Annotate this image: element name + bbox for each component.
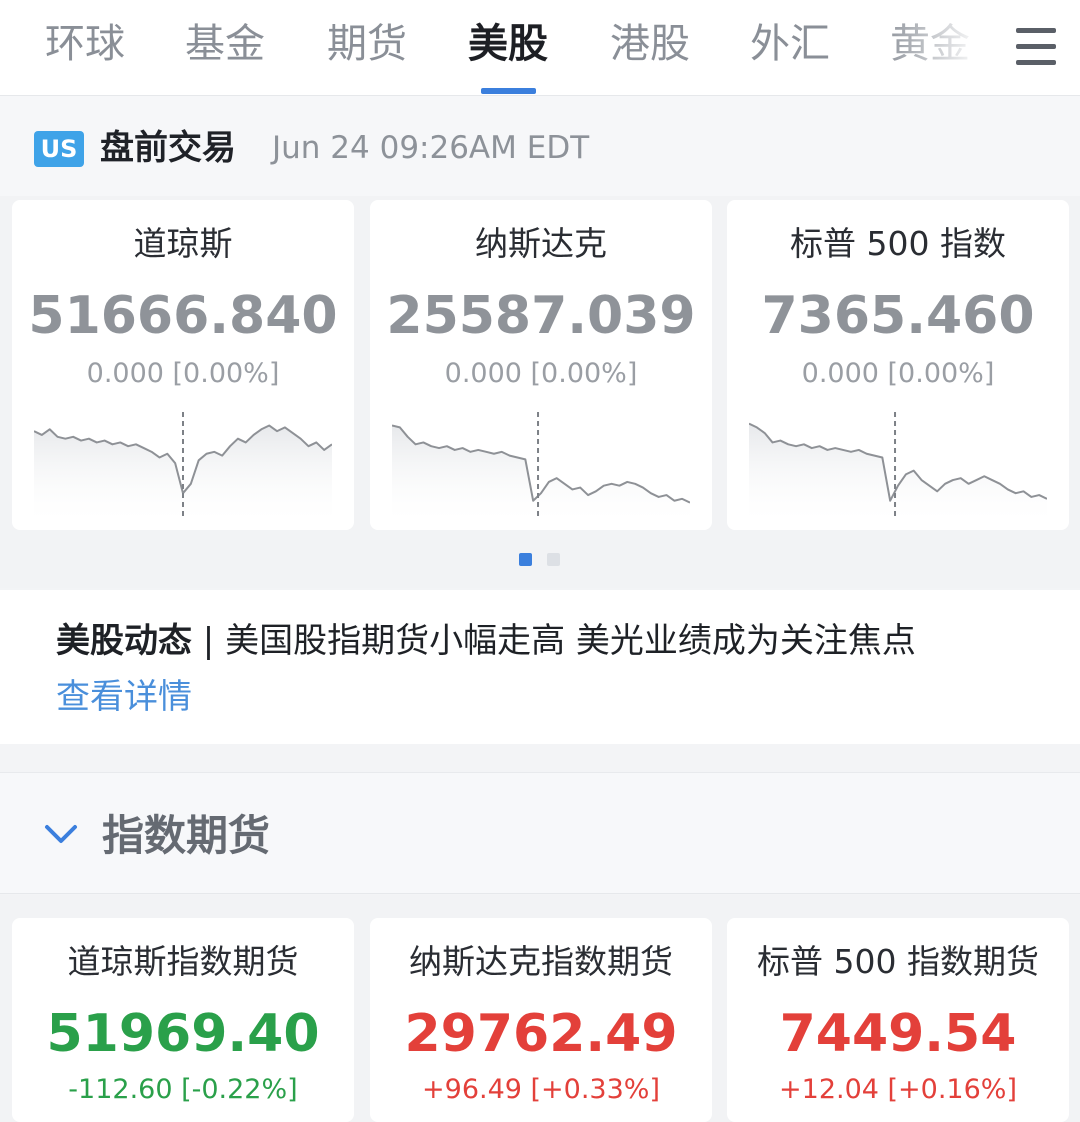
index-card-sp500[interactable]: 标普 500 指数 7365.460 0.000 [0.00%] xyxy=(727,200,1069,530)
news-tag: 美股动态 xyxy=(56,621,192,661)
news-separator: | xyxy=(192,621,226,661)
futures-card-dow[interactable]: 道琼斯指数期货 51969.40 -112.60 [-0.22%] xyxy=(12,918,354,1122)
pager-dot[interactable] xyxy=(547,553,560,566)
tab-us-stocks[interactable]: 美股 xyxy=(468,14,548,74)
sparkline-chart xyxy=(392,412,690,520)
us-flag-badge: US xyxy=(34,131,84,167)
index-change: 0.000 [0.00%] xyxy=(86,358,280,389)
futures-name: 道琼斯指数期货 xyxy=(67,942,299,981)
sparkline-area xyxy=(749,423,1047,520)
index-change: 0.000 [0.00%] xyxy=(444,358,638,389)
index-name: 标普 500 指数 xyxy=(790,224,1006,263)
top-tab-bar: 环球 基金 期货 美股 港股 外汇 黄金 xyxy=(0,0,1080,96)
tab-futures[interactable]: 期货 xyxy=(327,14,407,74)
futures-value: 51969.40 xyxy=(46,1004,320,1064)
futures-name: 标普 500 指数期货 xyxy=(757,942,1039,981)
futures-name: 纳斯达克指数期货 xyxy=(409,942,673,981)
index-card-nasdaq[interactable]: 纳斯达克 25587.039 0.000 [0.00%] xyxy=(370,200,712,530)
sparkline-chart xyxy=(749,412,1047,520)
futures-card-sp500[interactable]: 标普 500 指数期货 7449.54 +12.04 [+0.16%] xyxy=(727,918,1069,1122)
premarket-label: 盘前交易 xyxy=(100,128,236,168)
index-name: 道琼斯 xyxy=(133,224,233,263)
futures-card-nasdaq[interactable]: 纳斯达克指数期货 29762.49 +96.49 [+0.33%] xyxy=(370,918,712,1122)
tab-global[interactable]: 环球 xyxy=(45,14,125,74)
tab-fund[interactable]: 基金 xyxy=(185,14,265,74)
futures-value: 7449.54 xyxy=(779,1004,1017,1064)
news-headline[interactable]: 美股动态 | 美国股指期货小幅走高 美光业绩成为关注焦点 xyxy=(56,616,916,666)
index-card-dow[interactable]: 道琼斯 51666.840 0.000 [0.00%] xyxy=(12,200,354,530)
futures-change: +96.49 [+0.33%] xyxy=(422,1074,660,1105)
news-title: 美国股指期货小幅走高 美光业绩成为关注焦点 xyxy=(225,621,916,661)
chevron-down-icon[interactable] xyxy=(44,822,78,846)
tab-hk-stocks[interactable]: 港股 xyxy=(610,14,690,74)
sparkline-area xyxy=(392,425,690,520)
index-change: 0.000 [0.00%] xyxy=(801,358,995,389)
section-title: 指数期货 xyxy=(102,811,271,860)
premarket-time: Jun 24 09:26AM EDT xyxy=(272,130,590,166)
active-tab-indicator xyxy=(481,88,536,94)
index-value: 25587.039 xyxy=(386,286,696,346)
view-details-link[interactable]: 查看详情 xyxy=(56,672,192,722)
index-value: 7365.460 xyxy=(761,286,1035,346)
index-value: 51666.840 xyxy=(28,286,338,346)
index-name: 纳斯达克 xyxy=(475,224,607,263)
futures-change: -112.60 [-0.22%] xyxy=(68,1074,298,1105)
tab-gold[interactable]: 黄金 xyxy=(890,14,970,74)
pager-dot-active[interactable] xyxy=(519,553,532,566)
tab-forex[interactable]: 外汇 xyxy=(750,14,830,74)
sparkline-chart xyxy=(34,412,332,520)
futures-value: 29762.49 xyxy=(404,1004,678,1064)
futures-change: +12.04 [+0.16%] xyxy=(779,1074,1017,1105)
hamburger-menu-icon[interactable] xyxy=(1010,22,1062,74)
